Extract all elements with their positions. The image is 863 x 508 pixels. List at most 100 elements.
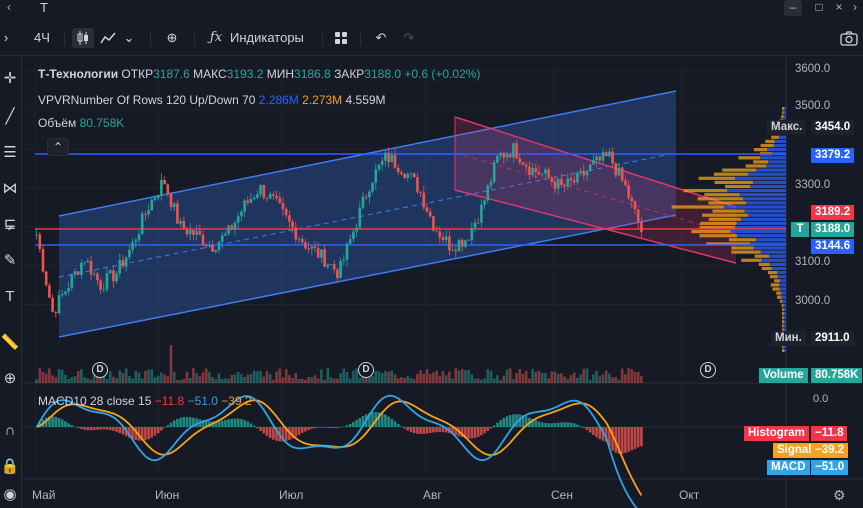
candle-body: [278, 197, 282, 204]
volume-bar: [307, 377, 310, 383]
volume-bar: [416, 373, 419, 383]
symbol-search[interactable]: T: [40, 0, 48, 15]
volume-bar: [419, 369, 422, 383]
macd-histogram-bar: [432, 427, 435, 433]
chevron-down-icon[interactable]: ⌄: [120, 28, 138, 48]
histogram-label: Histogram: [744, 426, 809, 441]
macd-histogram-bar: [387, 416, 390, 427]
candle-body: [163, 179, 166, 185]
vpvr-bar: [765, 139, 775, 143]
candles-icon[interactable]: [72, 28, 94, 48]
volume-bar: [393, 374, 397, 383]
dividend-marker[interactable]: D: [700, 362, 716, 378]
vpvr-bar: [783, 111, 786, 115]
volume-bar: [288, 375, 291, 383]
timeframe-button[interactable]: 4Ч: [28, 28, 56, 48]
volume-bar: [272, 379, 275, 383]
macd-histogram-bar: [560, 422, 563, 427]
vpvr-bar: [731, 246, 754, 250]
trendline-icon[interactable]: ╱: [0, 107, 20, 127]
volume-bar: [339, 373, 342, 383]
vpvr-bar: [760, 143, 774, 148]
price-tick: 3000.0: [795, 295, 831, 307]
ruler-icon[interactable]: 📏: [0, 333, 20, 353]
minimize-button[interactable]: –: [784, 0, 802, 16]
volume-bar: [153, 377, 157, 383]
volume-bar: [300, 378, 304, 383]
candle-body: [585, 170, 589, 176]
indicators-icon[interactable]: ƒx: [206, 28, 226, 48]
volume-bar: [198, 376, 202, 383]
price-tick: 3100.0: [795, 256, 831, 268]
eye-icon[interactable]: ◉: [0, 485, 20, 505]
volume-bar: [531, 368, 534, 383]
vpvr-bar: [783, 303, 786, 307]
chevron-icon[interactable]: ›: [846, 0, 863, 16]
indicators-button[interactable]: Индикаторы: [230, 28, 340, 48]
macd-histogram-bar: [326, 427, 330, 428]
vpvr-legend[interactable]: VPVRNumber Of Rows 120 Up/Down 70 2.286M…: [38, 93, 386, 107]
camera-icon[interactable]: [838, 28, 860, 48]
macd-histogram-bar: [480, 427, 483, 436]
vpvr-bar: [782, 348, 785, 353]
layout-grid-icon[interactable]: [332, 28, 350, 48]
volume-bar: [537, 370, 541, 383]
text-icon[interactable]: T: [0, 287, 20, 307]
volume-bar: [329, 377, 333, 383]
lock-icon[interactable]: 🔒: [0, 457, 20, 477]
undo-icon[interactable]: ↶: [372, 28, 390, 48]
candle-body: [150, 199, 154, 211]
macd-histogram-bar: [563, 422, 566, 427]
back-icon[interactable]: ‹: [0, 0, 18, 16]
volume-bar: [51, 375, 54, 383]
macd-histogram-bar: [380, 413, 384, 427]
crosshair-icon[interactable]: ✛: [0, 69, 20, 89]
forecast-icon[interactable]: ⋤: [0, 215, 20, 235]
candle-body: [185, 228, 189, 235]
volume-legend[interactable]: Объём 80.758K: [38, 116, 124, 130]
candle-body: [310, 246, 314, 249]
macd-histogram-bar: [547, 423, 550, 427]
magnet-icon[interactable]: ∩: [0, 421, 20, 441]
chart-canvas[interactable]: [23, 57, 863, 508]
vpvr-bar: [777, 271, 786, 275]
brush-icon[interactable]: ✎: [0, 251, 20, 271]
volume-bar: [76, 371, 80, 383]
candle-body: [406, 173, 410, 179]
settings-gear-icon[interactable]: ⚙: [833, 487, 846, 504]
fib-icon[interactable]: ☰: [0, 143, 20, 163]
main-legend[interactable]: Т-Технологии ОТКР3187.6 МАКС3193.2 МИН31…: [38, 67, 480, 81]
candle-body: [233, 222, 237, 230]
candle-body: [115, 273, 118, 282]
pattern-icon[interactable]: ⋈: [0, 179, 20, 199]
area-chart-icon[interactable]: [98, 28, 118, 48]
maximize-button[interactable]: □: [810, 0, 828, 16]
dividend-marker[interactable]: D: [92, 362, 108, 378]
candle-body: [608, 151, 611, 157]
vpvr-bar: [691, 230, 731, 234]
candle-body: [454, 250, 458, 252]
macd-label: MACD: [767, 460, 810, 475]
volume-bar: [489, 370, 493, 383]
chart-area[interactable]: Т-Технологии ОТКР3187.6 МАКС3193.2 МИН31…: [23, 57, 863, 508]
candle-body: [387, 152, 390, 163]
redo-icon[interactable]: ↷: [400, 28, 418, 48]
volume-bar: [176, 379, 179, 383]
candle-body: [598, 156, 602, 161]
volume-bar: [496, 375, 499, 383]
vpvr-bar: [783, 316, 786, 320]
macd-histogram-bar: [310, 427, 314, 429]
volume-bar: [144, 370, 147, 383]
legend-low-value: 3186.8: [294, 67, 331, 81]
vpvr-bar: [736, 221, 786, 225]
candle-body: [304, 242, 307, 249]
collapse-legend-button[interactable]: ⌃: [47, 138, 69, 156]
compare-add-icon[interactable]: ⊕: [162, 28, 182, 48]
macd-legend[interactable]: MACD10 28 close 15 −11.8 −51.0 −39.2: [38, 394, 252, 408]
dividend-marker[interactable]: D: [358, 362, 374, 378]
macd-histogram-bar: [246, 421, 250, 427]
vpvr-bar: [772, 287, 780, 291]
chevron-right-icon[interactable]: ›: [0, 28, 12, 48]
zoom-icon[interactable]: ⊕: [0, 369, 20, 389]
vpvr-bar: [744, 209, 786, 213]
